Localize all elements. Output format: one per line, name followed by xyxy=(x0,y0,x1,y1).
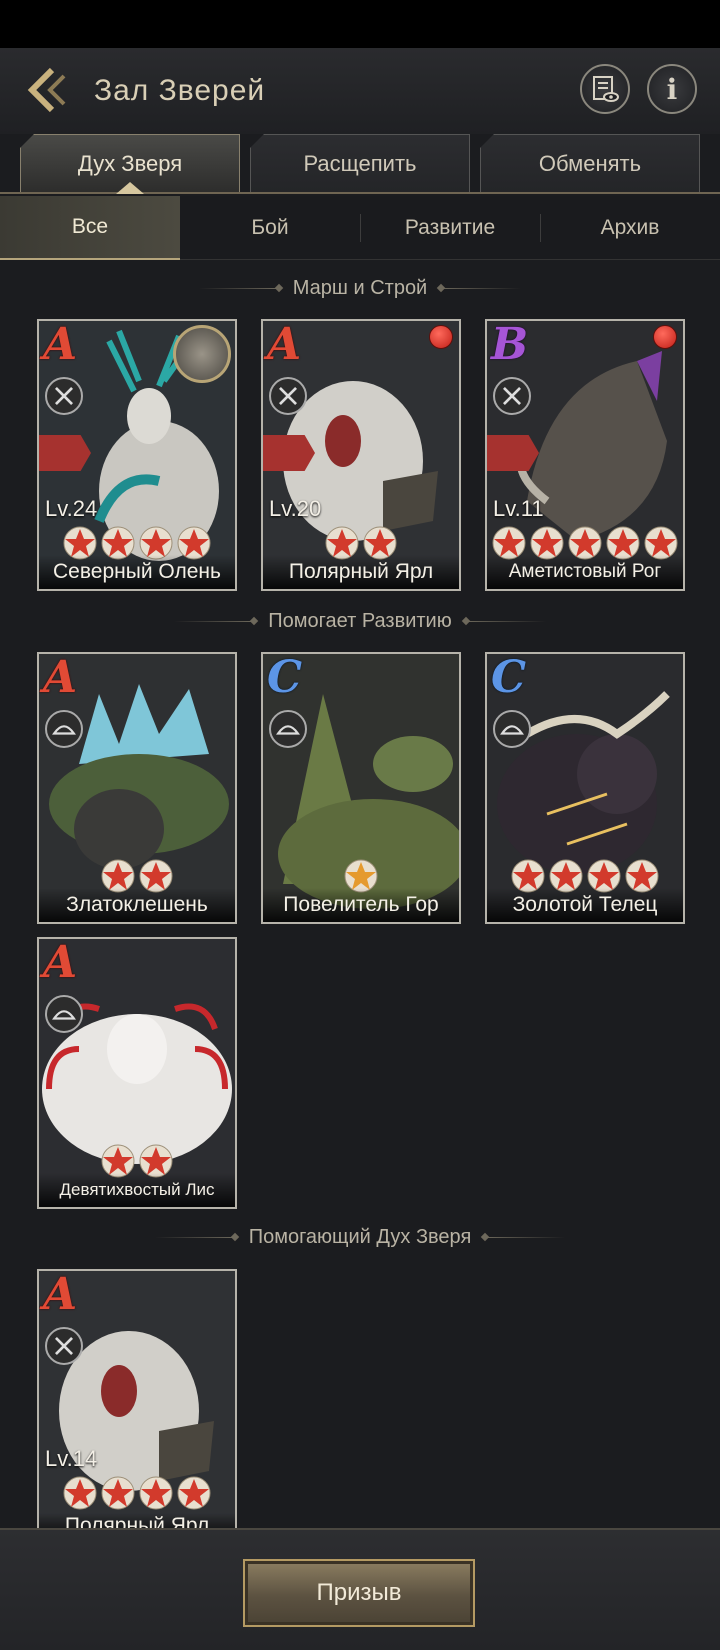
rank-label: A xyxy=(43,319,78,370)
combat-type-icon xyxy=(269,377,307,415)
squad-icon xyxy=(263,435,315,471)
summon-button[interactable]: Призыв xyxy=(243,1559,475,1627)
level-label: Lv.14 xyxy=(45,1446,98,1471)
page-title: Зал Зверей xyxy=(94,74,266,107)
filter-archive[interactable]: Архив xyxy=(540,196,720,260)
tab-exchange[interactable]: Обменять xyxy=(480,134,700,192)
bottom-bar: Призыв xyxy=(0,1528,720,1650)
active-tab-indicator-icon xyxy=(116,182,144,194)
companion-portrait-icon xyxy=(173,325,231,383)
back-arrow-icon xyxy=(27,67,66,113)
beast-card-goldclaw[interactable]: A Златоклешень xyxy=(37,652,237,924)
rank-label: C xyxy=(267,652,303,703)
rank-label: B xyxy=(491,319,529,370)
development-type-icon xyxy=(45,995,83,1033)
development-type-icon xyxy=(493,710,531,748)
filter-tabs: Все Бой Развитие Архив xyxy=(0,196,720,260)
view-log-button[interactable] xyxy=(580,64,630,114)
header: Зал Зверей i xyxy=(0,48,720,134)
beast-name: Аметистовый Рог xyxy=(487,555,683,589)
combat-type-icon xyxy=(493,377,531,415)
beast-name: Златоклешень xyxy=(39,888,235,922)
star-rating xyxy=(39,1475,235,1511)
info-button[interactable]: i xyxy=(647,64,697,114)
star-icon xyxy=(101,1476,135,1510)
combat-type-icon xyxy=(45,1327,83,1365)
development-type-icon xyxy=(45,710,83,748)
filter-all[interactable]: Все xyxy=(0,196,180,260)
document-eye-icon xyxy=(593,76,619,102)
rank-label: A xyxy=(43,937,78,988)
rank-label: A xyxy=(267,319,302,370)
section-title: Помогает Развитию xyxy=(0,606,720,636)
beast-name: Повелитель Гор xyxy=(263,888,459,922)
level-label: Lv.20 xyxy=(269,496,322,521)
star-icon xyxy=(63,1476,97,1510)
level-label: Lv.11 xyxy=(493,496,544,521)
level-label: Lv.24 xyxy=(45,496,98,521)
section-title: Марш и Строй xyxy=(0,273,720,303)
beast-card-nine-tailed-fox[interactable]: A Девятихвостый Лис xyxy=(37,937,237,1209)
star-icon xyxy=(177,1476,211,1510)
combat-type-icon xyxy=(45,377,83,415)
beast-card-mountain-lord[interactable]: C Повелитель Гор xyxy=(261,652,461,924)
tab-split[interactable]: Расщепить xyxy=(250,134,470,192)
beast-name: Полярный Ярл xyxy=(263,555,459,589)
info-icon: i xyxy=(666,72,678,106)
notification-dot xyxy=(653,325,677,349)
rank-label: A xyxy=(43,652,78,703)
star-icon xyxy=(139,1476,173,1510)
flag-icon xyxy=(487,435,539,471)
status-bar xyxy=(0,0,720,48)
rank-label: C xyxy=(491,652,527,703)
main-tabs: Дух Зверя Расщепить Обменять xyxy=(0,134,720,194)
rank-label: A xyxy=(43,1269,78,1320)
beast-name: Северный Олень xyxy=(39,555,235,589)
section-title: Помогающий Дух Зверя xyxy=(0,1222,720,1252)
notification-dot xyxy=(429,325,453,349)
beast-card-golden-calf[interactable]: C Золотой Телец xyxy=(485,652,685,924)
beast-name: Девятихвостый Лис xyxy=(39,1173,235,1207)
development-type-icon xyxy=(269,710,307,748)
beast-name: Золотой Телец xyxy=(487,888,683,922)
beast-card-polar-jarl-helper[interactable]: A Lv.14 Полярный Ярл xyxy=(37,1269,237,1541)
beast-card-polar-jarl[interactable]: A Lv.20 Полярный Ярл xyxy=(261,319,461,591)
beast-card-northern-deer[interactable]: A Lv.24 Северный Олень xyxy=(37,319,237,591)
filter-development[interactable]: Развитие xyxy=(360,196,540,260)
beast-card-amethyst-horn[interactable]: B Lv.11 Аметистовый Рог xyxy=(485,319,685,591)
filter-battle[interactable]: Бой xyxy=(180,196,360,260)
back-button[interactable] xyxy=(22,66,74,114)
squad-icon xyxy=(39,435,91,471)
